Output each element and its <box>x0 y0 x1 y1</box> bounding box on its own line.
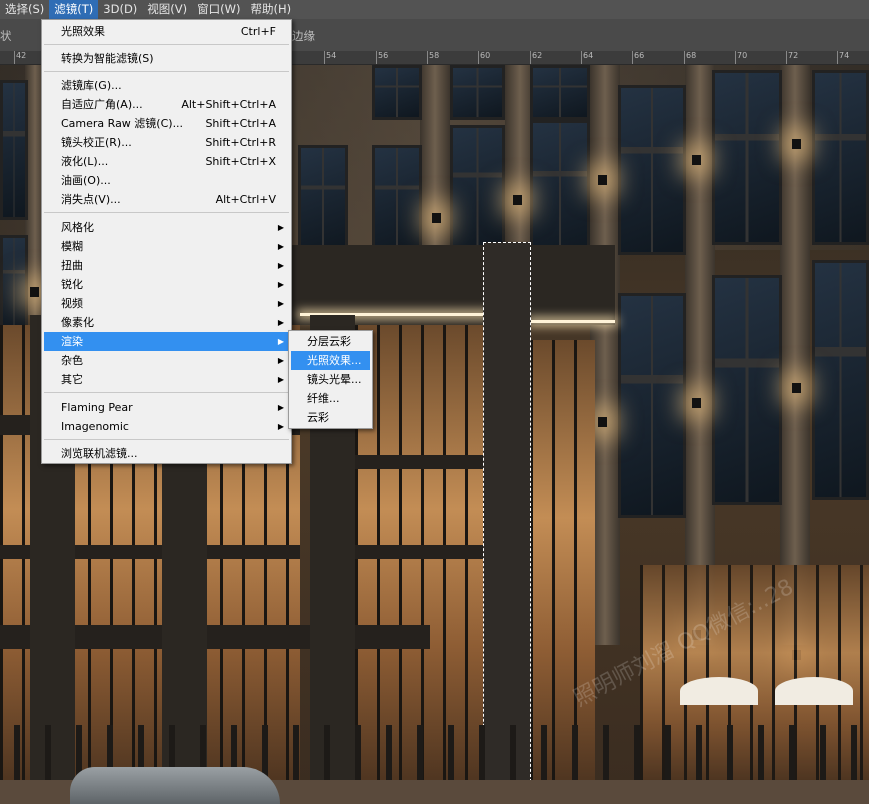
window <box>712 70 782 245</box>
window <box>298 145 348 255</box>
window <box>618 85 686 255</box>
menu-item-video[interactable]: 视频 ▶ <box>44 294 289 313</box>
menu-item-liquify[interactable]: 液化(L)... Shift+Ctrl+X <box>44 152 289 171</box>
menu-filter[interactable]: 滤镜(T) <box>49 0 99 19</box>
menu-item-lens-correction[interactable]: 镜头校正(R)... Shift+Ctrl+R <box>44 133 289 152</box>
stone-pillar <box>685 65 715 645</box>
submenu-arrow-icon: ▶ <box>277 299 284 308</box>
umbrella <box>680 677 758 705</box>
menu-item-camera-raw[interactable]: Camera Raw 滤镜(C)... Shift+Ctrl+A <box>44 114 289 133</box>
menu-item-render[interactable]: 渲染 ▶ <box>44 332 289 351</box>
submenu-item-clouds[interactable]: 云彩 <box>291 408 370 427</box>
submenu-item-lighting-effects[interactable]: 光照效果... <box>291 351 370 370</box>
menu-select[interactable]: 选择(S) <box>0 0 49 19</box>
menu-item-pixelate[interactable]: 像素化 ▶ <box>44 313 289 332</box>
ruler-label: 74 <box>839 51 850 60</box>
menu-item-noise[interactable]: 杂色 ▶ <box>44 351 289 370</box>
menu-3d[interactable]: 3D(D) <box>98 0 142 19</box>
submenu-arrow-icon: ▶ <box>277 337 284 346</box>
ruler-label: 56 <box>378 51 389 60</box>
window <box>712 275 782 505</box>
menu-item-convert-smart-filter[interactable]: 转换为智能滤镜(S) <box>44 49 289 68</box>
submenu-arrow-icon: ▶ <box>277 318 284 327</box>
ruler-label: 60 <box>480 51 491 60</box>
ruler-label: 62 <box>532 51 543 60</box>
window <box>0 80 28 220</box>
menu-item-blur[interactable]: 模糊 ▶ <box>44 237 289 256</box>
menu-item-lighting-effects-last[interactable]: 光照效果 Ctrl+F <box>44 22 289 41</box>
ruler-label: 42 <box>16 51 27 60</box>
submenu-arrow-icon: ▶ <box>277 356 284 365</box>
window <box>812 260 869 500</box>
options-edge-label[interactable]: 边缘 <box>292 28 315 44</box>
submenu-arrow-icon: ▶ <box>277 280 284 289</box>
window <box>372 145 422 255</box>
menu-item-flaming-pear[interactable]: Flaming Pear ▶ <box>44 398 289 417</box>
submenu-arrow-icon: ▶ <box>277 242 284 251</box>
submenu-arrow-icon: ▶ <box>277 403 284 412</box>
submenu-arrow-icon: ▶ <box>277 375 284 384</box>
menu-item-oil-paint[interactable]: 油画(O)... <box>44 171 289 190</box>
umbrella <box>775 677 853 705</box>
submenu-arrow-icon: ▶ <box>277 223 284 232</box>
filter-menu: 光照效果 Ctrl+F 转换为智能滤镜(S) 滤镜库(G)... 自适应广角(A)… <box>41 19 292 464</box>
submenu-item-fibers[interactable]: 纤维... <box>291 389 370 408</box>
menu-item-vanishing-point[interactable]: 消失点(V)... Alt+Ctrl+V <box>44 190 289 209</box>
ruler-label: 64 <box>583 51 594 60</box>
menu-item-adaptive-wide-angle[interactable]: 自适应广角(A)... Alt+Shift+Ctrl+A <box>44 95 289 114</box>
menu-help[interactable]: 帮助(H) <box>245 0 296 19</box>
submenu-arrow-icon: ▶ <box>277 261 284 270</box>
menu-window[interactable]: 窗口(W) <box>192 0 245 19</box>
menu-view[interactable]: 视图(V) <box>142 0 192 19</box>
menubar: 选择(S) 滤镜(T) 3D(D) 视图(V) 窗口(W) 帮助(H) <box>0 0 869 19</box>
menu-item-sharpen[interactable]: 锐化 ▶ <box>44 275 289 294</box>
marquee-selection[interactable] <box>483 242 531 792</box>
window <box>530 65 590 120</box>
window <box>372 65 422 120</box>
menu-item-stylize[interactable]: 风格化 ▶ <box>44 218 289 237</box>
render-submenu: 分层云彩 光照效果... 镜头光晕... 纤维... 云彩 <box>288 330 373 429</box>
stone-pillar <box>780 65 810 645</box>
window <box>812 70 869 245</box>
ruler-label: 68 <box>686 51 697 60</box>
options-left-label: 状 <box>0 29 12 43</box>
menu-item-filter-gallery[interactable]: 滤镜库(G)... <box>44 76 289 95</box>
menu-item-browse-filters-online[interactable]: 浏览联机滤镜... <box>44 444 289 463</box>
submenu-arrow-icon: ▶ <box>277 422 284 431</box>
window <box>0 235 28 330</box>
ruler-label: 66 <box>634 51 645 60</box>
menu-item-other[interactable]: 其它 ▶ <box>44 370 289 389</box>
submenu-item-lens-flare[interactable]: 镜头光晕... <box>291 370 370 389</box>
ruler-label: 70 <box>737 51 748 60</box>
window <box>450 125 505 255</box>
car <box>70 767 280 804</box>
menu-item-distort[interactable]: 扭曲 ▶ <box>44 256 289 275</box>
ruler-label: 58 <box>429 51 440 60</box>
window <box>530 120 590 260</box>
window <box>618 293 686 518</box>
menu-item-imagenomic[interactable]: Imagenomic ▶ <box>44 417 289 436</box>
ruler-label: 54 <box>326 51 337 60</box>
ruler-label: 72 <box>788 51 799 60</box>
glass-facade <box>530 340 595 785</box>
window <box>450 65 505 120</box>
submenu-item-difference-clouds[interactable]: 分层云彩 <box>291 332 370 351</box>
